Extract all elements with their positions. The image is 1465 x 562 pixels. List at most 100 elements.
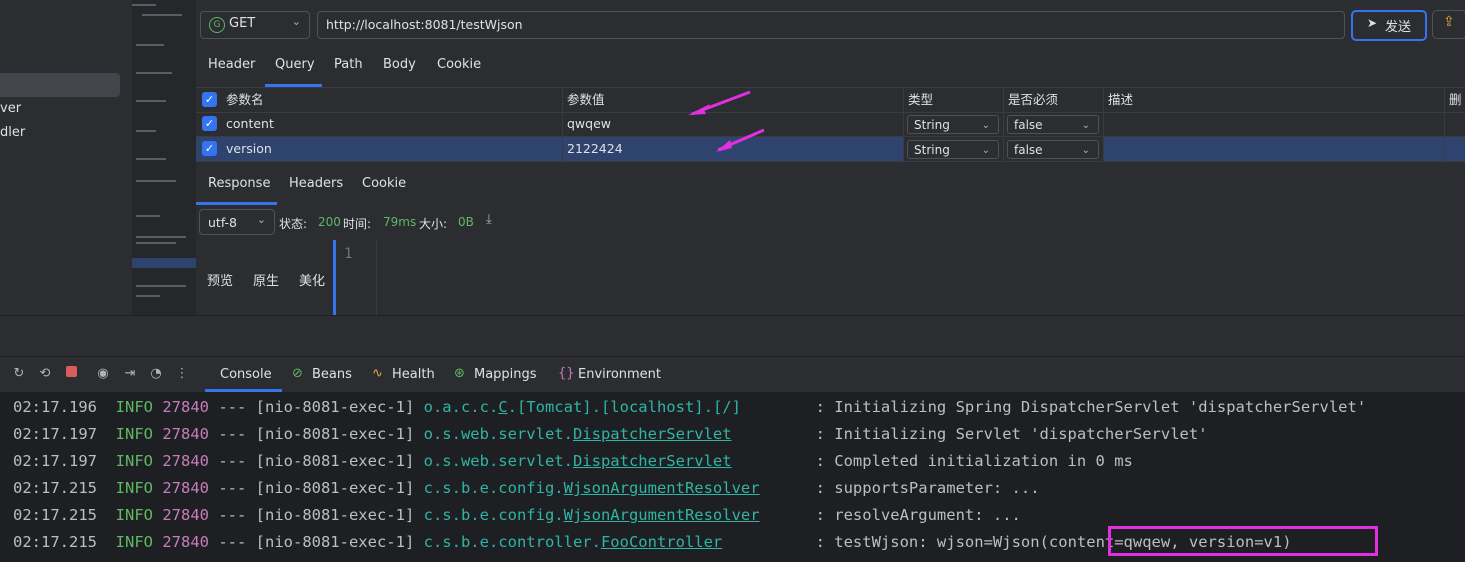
- method-dropdown[interactable]: G GET ⌄: [200, 11, 310, 39]
- log-message: : Completed initialization in 0 ms: [815, 452, 1133, 470]
- log-time: 02:17.197: [13, 425, 116, 443]
- param-name[interactable]: content: [222, 112, 563, 136]
- log-level: INFO: [115, 533, 163, 551]
- table-row[interactable]: ✓ content qwqew String ⌄ false ⌄: [196, 112, 1465, 137]
- tab-path[interactable]: Path: [334, 57, 363, 72]
- log-pid: 27840: [162, 452, 219, 470]
- log-thread: --- [nio-8081-exec-1]: [218, 479, 424, 497]
- get-method-icon: G: [209, 17, 225, 33]
- param-name[interactable]: version: [222, 137, 563, 161]
- param-type-select[interactable]: String ⌄: [907, 140, 999, 159]
- log-thread: --- [nio-8081-exec-1]: [218, 398, 424, 416]
- view-pretty[interactable]: 美化: [299, 270, 325, 289]
- download-icon[interactable]: ⤓: [486, 212, 492, 227]
- console-line: 02:17.197 INFO 27840 --- [nio-8081-exec-…: [13, 448, 1133, 475]
- log-logger: o.a.c.c.: [423, 398, 499, 416]
- console-line: 02:17.197 INFO 27840 --- [nio-8081-exec-…: [13, 421, 1208, 448]
- col-header-required: 是否必须: [1004, 88, 1104, 112]
- param-description[interactable]: [1104, 137, 1445, 161]
- log-thread: --- [nio-8081-exec-1]: [218, 533, 424, 551]
- response-time: 79ms: [383, 215, 417, 229]
- chevron-down-icon: ⌄: [1081, 120, 1090, 131]
- select-all-checkbox[interactable]: ✓: [202, 92, 217, 107]
- log-thread: --- [nio-8081-exec-1]: [218, 452, 424, 470]
- table-row[interactable]: ✓ version 2122424 String ⌄ false ⌄: [196, 137, 1465, 162]
- panel-divider: [0, 315, 1465, 357]
- console-line: 02:17.215 INFO 27840 --- [nio-8081-exec-…: [13, 529, 1292, 556]
- sidebar-item[interactable]: dler: [0, 125, 25, 140]
- log-pid: 27840: [162, 425, 219, 443]
- col-header-delete: 删除: [1449, 92, 1462, 107]
- log-message: : resolveArgument: ...: [815, 506, 1021, 524]
- view-preview[interactable]: 预览: [207, 270, 233, 289]
- export-button[interactable]: ⇪: [1432, 10, 1465, 39]
- tab-header[interactable]: Header: [208, 57, 255, 72]
- camera-icon[interactable]: ◉: [95, 366, 111, 382]
- log-message: : Initializing Spring DispatcherServlet …: [815, 398, 1367, 416]
- environment-icon: {}: [558, 366, 575, 381]
- tab-response-cookie[interactable]: Cookie: [362, 176, 406, 191]
- log-logger-link[interactable]: C: [498, 398, 507, 416]
- sidebar-selected-item[interactable]: [0, 73, 120, 97]
- status-code: 200: [318, 215, 341, 229]
- chevron-down-icon: ⌄: [1081, 145, 1090, 156]
- log-message: : supportsParameter: ...: [815, 479, 1040, 497]
- send-button[interactable]: ➤ 发送: [1351, 10, 1427, 41]
- response-size: 0B: [458, 215, 474, 229]
- table-header-row: ✓ 参数名 参数值 类型 是否必须 描述 删除: [196, 87, 1465, 113]
- log-time: 02:17.197: [13, 452, 116, 470]
- log-pid: 27840: [162, 479, 219, 497]
- restart-debug-icon[interactable]: ⟲: [37, 366, 53, 382]
- stop-icon[interactable]: [63, 366, 79, 382]
- url-input[interactable]: http://localhost:8081/testWjson: [317, 11, 1345, 39]
- tab-query[interactable]: Query: [275, 57, 315, 72]
- log-time: 02:17.196: [13, 398, 116, 416]
- log-logger-link[interactable]: FooController: [601, 533, 722, 551]
- view-raw[interactable]: 原生: [253, 270, 279, 289]
- upload-icon: ⇪: [1443, 14, 1455, 30]
- log-time: 02:17.215: [13, 479, 116, 497]
- log-logger-link[interactable]: WjsonArgumentResolver: [564, 506, 760, 524]
- response-body-editor[interactable]: 1: [336, 240, 1465, 315]
- exit-icon[interactable]: ⇥: [122, 366, 138, 382]
- time-label: 时间:: [343, 217, 372, 231]
- log-level: INFO: [115, 425, 163, 443]
- health-icon: ∿: [372, 366, 383, 381]
- chevron-down-icon: ⌄: [256, 213, 266, 226]
- tab-response-headers[interactable]: Headers: [289, 176, 343, 191]
- log-logger-link[interactable]: WjsonArgumentResolver: [564, 479, 760, 497]
- sidebar-item[interactable]: ver: [0, 101, 21, 116]
- col-header-description: 描述: [1104, 88, 1445, 112]
- tab-environment[interactable]: Environment: [578, 367, 661, 382]
- encoding-dropdown[interactable]: utf-8 ⌄: [199, 209, 275, 235]
- param-description[interactable]: [1104, 112, 1445, 136]
- param-required-select[interactable]: false ⌄: [1007, 140, 1099, 159]
- tab-response[interactable]: Response: [208, 176, 270, 191]
- method-label: GET: [229, 16, 256, 31]
- rerun-icon[interactable]: ↻: [11, 366, 27, 382]
- annotation-arrow: [716, 140, 732, 152]
- query-params-table: ✓ 参数名 参数值 类型 是否必须 描述 删除 ✓ content qwqew …: [196, 87, 1465, 162]
- more-icon[interactable]: ⋮: [174, 366, 190, 382]
- active-response-tab-indicator: [196, 202, 277, 205]
- tab-health[interactable]: Health: [392, 367, 435, 382]
- editor-minimap[interactable]: [132, 0, 196, 315]
- log-logger-link[interactable]: DispatcherServlet: [573, 425, 732, 443]
- log-spacer: [732, 452, 816, 470]
- console-line: 02:17.215 INFO 27840 --- [nio-8081-exec-…: [13, 475, 1040, 502]
- chevron-down-icon: ⌄: [291, 15, 301, 28]
- gauge-icon[interactable]: ◔: [148, 366, 164, 382]
- col-header-name: 参数名: [222, 88, 563, 112]
- tab-body[interactable]: Body: [383, 57, 416, 72]
- tab-mappings[interactable]: Mappings: [474, 367, 537, 382]
- annotation-arrows: [688, 90, 765, 152]
- tab-cookie[interactable]: Cookie: [437, 57, 481, 72]
- log-logger-link[interactable]: DispatcherServlet: [573, 452, 732, 470]
- tab-beans[interactable]: Beans: [312, 367, 352, 382]
- tab-console[interactable]: Console: [220, 367, 272, 382]
- param-required-select[interactable]: false ⌄: [1007, 115, 1099, 134]
- param-type-select[interactable]: String ⌄: [907, 115, 999, 134]
- log-level: INFO: [115, 479, 163, 497]
- row-checkbox[interactable]: ✓: [202, 116, 217, 131]
- row-checkbox[interactable]: ✓: [202, 141, 217, 156]
